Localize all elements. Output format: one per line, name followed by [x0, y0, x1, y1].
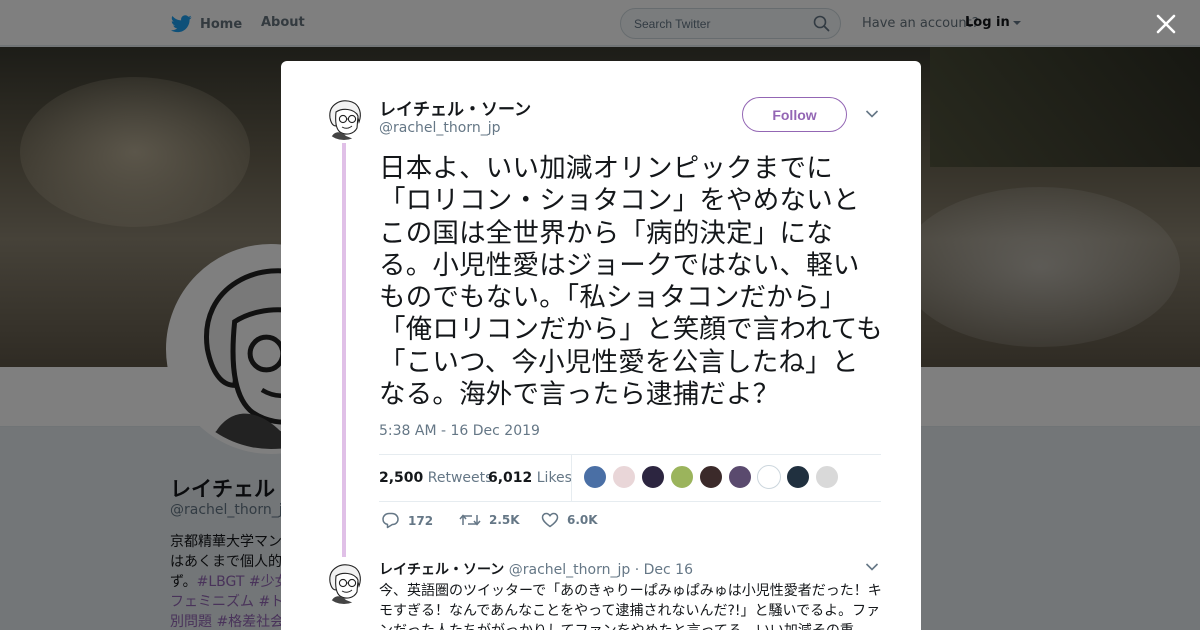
likes-label: Likes: [536, 470, 572, 486]
reply-action[interactable]: 172: [381, 512, 433, 529]
thread-connector-line: [342, 143, 346, 557]
avatar-illustration: [322, 560, 366, 604]
liker-avatar[interactable]: [612, 465, 636, 489]
chevron-down-icon[interactable]: [865, 562, 879, 572]
reply-icon: [382, 512, 399, 529]
heart-icon: [541, 512, 559, 528]
reply-author-avatar[interactable]: [322, 560, 366, 604]
close-icon[interactable]: [1155, 13, 1177, 35]
retweets-count: 2,500: [379, 470, 424, 486]
tweet-author-handle[interactable]: @rachel_thorn_jp: [379, 120, 501, 136]
avatar-illustration: [322, 96, 366, 140]
stats-divider: [571, 455, 572, 501]
liker-avatar[interactable]: [757, 465, 781, 489]
liker-avatar[interactable]: [670, 465, 694, 489]
liker-avatars: [583, 465, 839, 489]
reply-count: 172: [408, 513, 434, 528]
like-count: 6.0K: [567, 513, 598, 527]
author-avatar[interactable]: [322, 96, 366, 140]
reply-header: レイチェル・ソーン @rachel_thorn_jp · Dec 16: [379, 559, 693, 579]
likes-count: 6,012: [488, 470, 533, 486]
retweets-label: Retweets: [427, 470, 493, 486]
tweet-author-name[interactable]: レイチェル・ソーン: [379, 95, 531, 120]
liker-avatar[interactable]: [815, 465, 839, 489]
liker-avatar[interactable]: [728, 465, 752, 489]
reply-date[interactable]: · Dec 16: [635, 562, 693, 578]
follow-button[interactable]: Follow: [742, 97, 847, 132]
retweet-icon: [459, 514, 481, 526]
liker-avatar[interactable]: [786, 465, 810, 489]
likes-stat[interactable]: 6,012 Likes: [488, 470, 572, 486]
liker-avatar[interactable]: [583, 465, 607, 489]
retweets-stat[interactable]: 2,500 Retweets: [379, 470, 492, 486]
tweet-modal: レイチェル・ソーン @rachel_thorn_jp Follow 日本よ、いい…: [281, 61, 921, 630]
liker-avatar[interactable]: [641, 465, 665, 489]
liker-avatar[interactable]: [699, 465, 723, 489]
like-action[interactable]: 6.0K: [541, 512, 598, 528]
reply-author-handle[interactable]: @rachel_thorn_jp: [509, 562, 631, 578]
chevron-down-icon[interactable]: [865, 109, 879, 119]
reply-author-name[interactable]: レイチェル・ソーン: [379, 562, 504, 578]
reply-text: 今、英語圏のツイッターで「あのきゃりーぱみゅぱみゅは小児性愛者だった！キモすぎる…: [379, 583, 882, 630]
tweet-text: 日本よ、いい加減オリンピックまでに「ロリコン・ショタコン」をやめないとこの国は全…: [379, 153, 883, 411]
retweet-action[interactable]: 2.5K: [459, 512, 520, 528]
tweet-timestamp[interactable]: 5:38 AM - 16 Dec 2019: [379, 423, 540, 439]
tweet-stats: 2,500 Retweets 6,012 Likes: [379, 454, 881, 502]
retweet-count: 2.5K: [489, 513, 520, 527]
